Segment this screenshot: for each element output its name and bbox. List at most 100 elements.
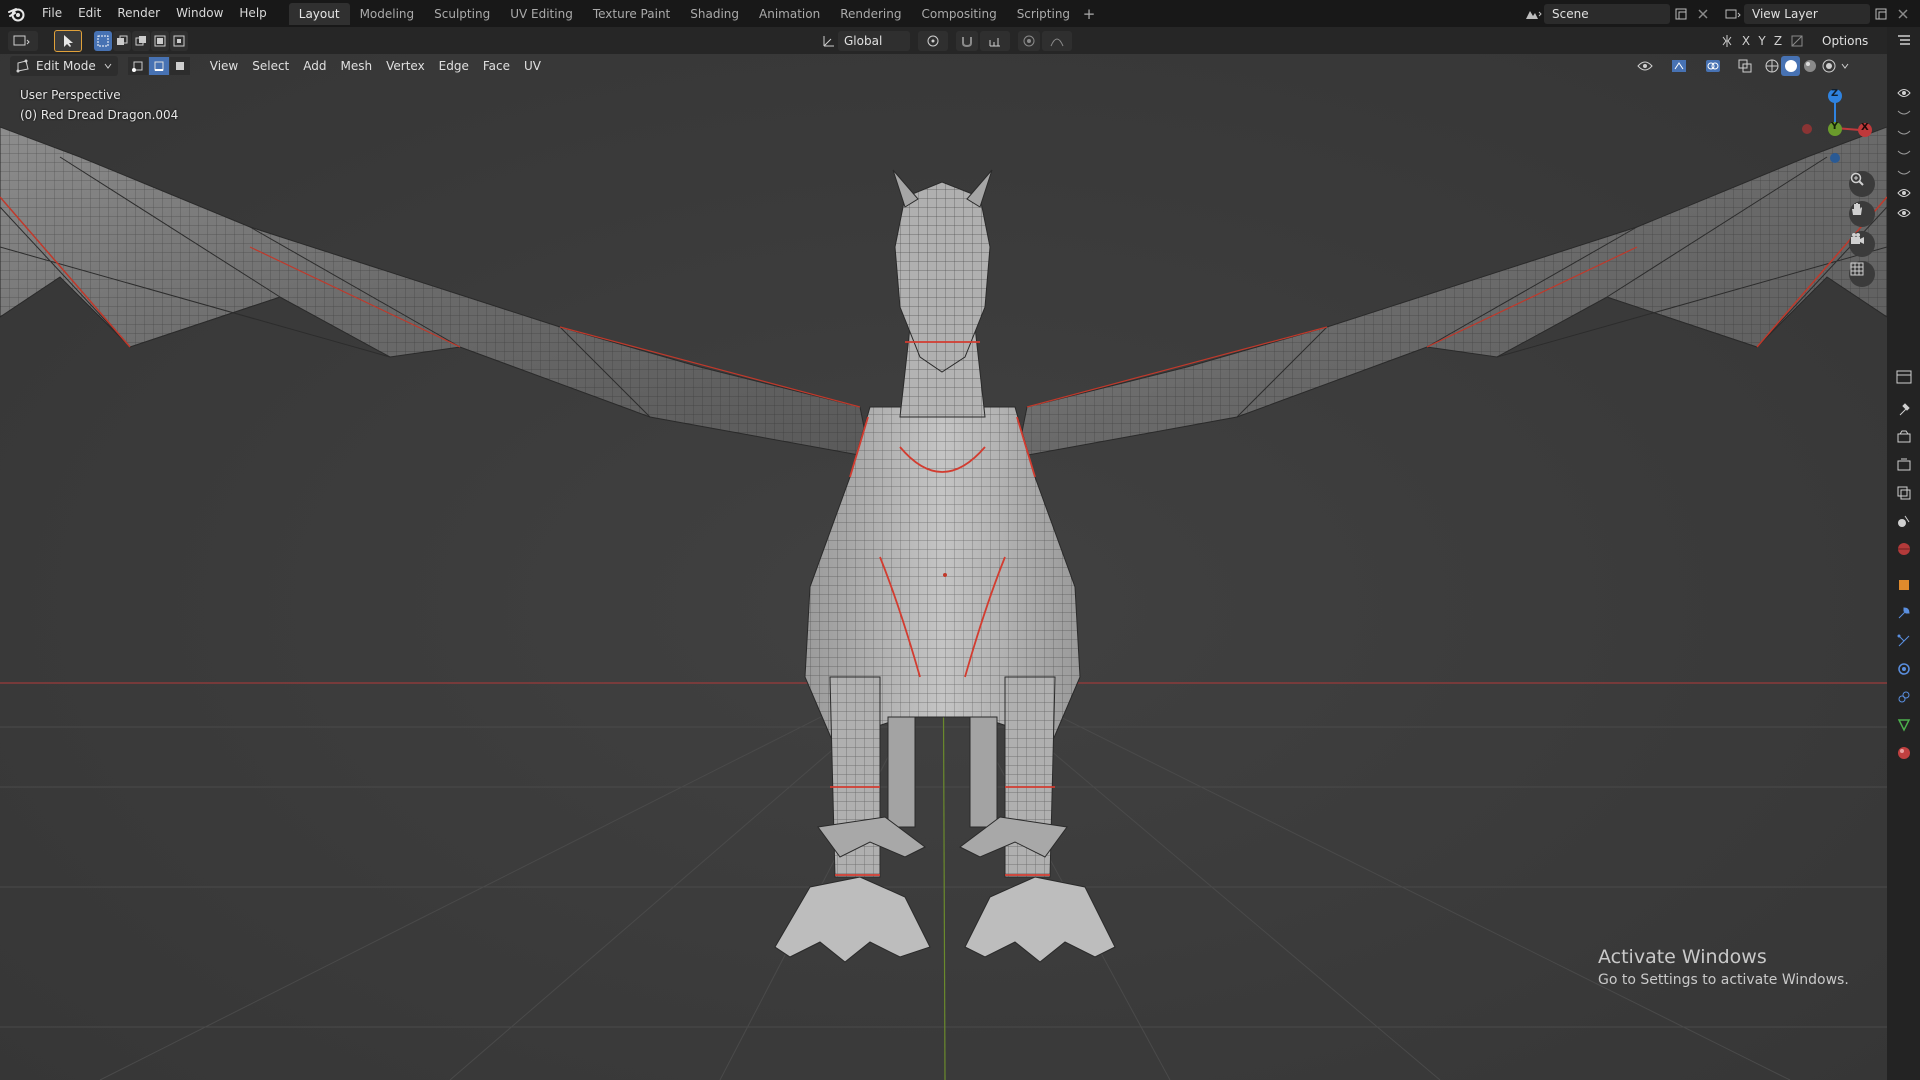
view-layer-name-field[interactable]: View Layer bbox=[1744, 3, 1870, 24]
pan-hand-icon[interactable] bbox=[1849, 201, 1875, 227]
overlays-icon[interactable] bbox=[1698, 56, 1728, 76]
world-properties-icon[interactable] bbox=[1894, 539, 1914, 559]
tab-animation[interactable]: Animation bbox=[749, 3, 830, 25]
eye-closed-icon-3[interactable] bbox=[1894, 143, 1914, 163]
tab-uv-editing[interactable]: UV Editing bbox=[500, 3, 583, 25]
snap-target-icon[interactable] bbox=[980, 30, 1010, 51]
select-tool-icon[interactable] bbox=[54, 29, 82, 52]
mirror-x-toggle[interactable]: X bbox=[1738, 31, 1754, 51]
tab-compositing[interactable]: Compositing bbox=[911, 3, 1006, 25]
scene-name-field[interactable]: Scene bbox=[1544, 3, 1670, 24]
select-intersect-icon[interactable] bbox=[170, 30, 188, 51]
options-dropdown[interactable]: Options bbox=[1816, 31, 1880, 51]
mode-dropdown[interactable]: Edit Mode bbox=[10, 56, 118, 76]
menu-edit[interactable]: Edit bbox=[70, 0, 109, 27]
menu-window[interactable]: Window bbox=[168, 0, 231, 27]
eye-closed-icon-2[interactable] bbox=[1894, 123, 1914, 143]
tab-rendering[interactable]: Rendering bbox=[830, 3, 911, 25]
snap-toggle-icon[interactable] bbox=[956, 30, 978, 51]
transform-orientation-group: Global bbox=[818, 30, 1072, 51]
topology-mirror-icon[interactable] bbox=[1786, 31, 1808, 51]
select-new-icon[interactable] bbox=[94, 30, 112, 51]
selection-mode-group bbox=[94, 30, 188, 51]
perspective-label: User Perspective bbox=[20, 88, 121, 102]
blender-logo-icon[interactable] bbox=[0, 6, 34, 22]
menu-mesh[interactable]: Mesh bbox=[334, 56, 380, 76]
vertex-select-icon[interactable] bbox=[127, 57, 148, 75]
new-view-layer-icon[interactable] bbox=[1870, 4, 1892, 24]
menu-vertex[interactable]: Vertex bbox=[379, 56, 432, 76]
menu-render[interactable]: Render bbox=[109, 0, 168, 27]
tab-scripting[interactable]: Scripting bbox=[1007, 3, 1080, 25]
view-layer-browse-icon[interactable] bbox=[1722, 4, 1744, 24]
menu-edge[interactable]: Edge bbox=[432, 56, 476, 76]
object-properties-icon[interactable] bbox=[1894, 575, 1914, 595]
gizmo-neg-x[interactable] bbox=[1802, 124, 1812, 134]
menu-add[interactable]: Add bbox=[296, 56, 333, 76]
tab-texture-paint[interactable]: Texture Paint bbox=[583, 3, 680, 25]
delete-view-layer-icon[interactable] bbox=[1892, 4, 1914, 24]
gizmo-neg-z[interactable] bbox=[1830, 153, 1840, 163]
camera-view-icon[interactable] bbox=[1849, 231, 1875, 257]
delete-scene-icon[interactable] bbox=[1692, 4, 1714, 24]
solid-shading-icon[interactable] bbox=[1781, 56, 1800, 76]
select-invert-icon[interactable] bbox=[151, 30, 169, 51]
rendered-shading-icon[interactable] bbox=[1819, 56, 1838, 76]
mode-label: Edit Mode bbox=[36, 59, 96, 73]
eye-visibility-icon-3[interactable] bbox=[1894, 203, 1914, 223]
add-workspace-button[interactable]: + bbox=[1080, 5, 1098, 23]
eye-closed-icon-1[interactable] bbox=[1894, 103, 1914, 123]
eye-closed-icon-4[interactable] bbox=[1894, 163, 1914, 183]
transform-orientation-dropdown[interactable]: Global bbox=[838, 30, 910, 51]
output-properties-icon[interactable] bbox=[1894, 455, 1914, 475]
material-properties-icon[interactable] bbox=[1894, 743, 1914, 763]
pivot-point-icon[interactable] bbox=[918, 30, 948, 51]
wireframe-shading-icon[interactable] bbox=[1762, 56, 1781, 76]
particle-properties-icon[interactable] bbox=[1894, 631, 1914, 651]
xray-icon[interactable] bbox=[1734, 56, 1756, 76]
proportional-edit-icon[interactable] bbox=[1018, 30, 1040, 51]
view-layer-properties-icon[interactable] bbox=[1894, 483, 1914, 503]
menu-help[interactable]: Help bbox=[231, 0, 274, 27]
material-preview-icon[interactable] bbox=[1800, 56, 1819, 76]
select-subtract-icon[interactable] bbox=[132, 30, 150, 51]
ortho-grid-icon[interactable] bbox=[1849, 261, 1875, 287]
mirror-z-toggle[interactable]: Z bbox=[1770, 31, 1786, 51]
zoom-icon[interactable] bbox=[1849, 171, 1875, 197]
outliner-editor-icon[interactable] bbox=[1894, 31, 1914, 51]
eye-visibility-icon-1[interactable] bbox=[1894, 83, 1914, 103]
navigation-gizmo[interactable]: Z Y X bbox=[1790, 82, 1885, 167]
edge-select-icon[interactable] bbox=[148, 57, 169, 75]
3d-viewport[interactable]: User Perspective (0) Red Dread Dragon.00… bbox=[0, 27, 1887, 1080]
tool-properties-icon[interactable] bbox=[1894, 399, 1914, 419]
menu-view[interactable]: View bbox=[203, 56, 245, 76]
data-properties-icon[interactable] bbox=[1894, 715, 1914, 735]
face-select-icon[interactable] bbox=[169, 57, 190, 75]
constraint-properties-icon[interactable] bbox=[1894, 687, 1914, 707]
scene-browse-icon[interactable] bbox=[1522, 4, 1544, 24]
tab-modeling[interactable]: Modeling bbox=[350, 3, 425, 25]
shading-options-chevron-icon[interactable] bbox=[1838, 56, 1852, 76]
scene-properties-icon[interactable] bbox=[1894, 511, 1914, 531]
render-properties-icon[interactable] bbox=[1894, 427, 1914, 447]
tab-sculpting[interactable]: Sculpting bbox=[424, 3, 500, 25]
menu-file[interactable]: File bbox=[34, 0, 70, 27]
proportional-falloff-icon[interactable] bbox=[1042, 30, 1072, 51]
menu-uv[interactable]: UV bbox=[517, 56, 548, 76]
tab-shading[interactable]: Shading bbox=[680, 3, 749, 25]
gizmo-toggle-icon[interactable] bbox=[1664, 56, 1694, 76]
mirror-icon[interactable] bbox=[1716, 31, 1738, 51]
physics-properties-icon[interactable] bbox=[1894, 659, 1914, 679]
editor-type-icon[interactable] bbox=[8, 30, 38, 51]
menu-face[interactable]: Face bbox=[476, 56, 517, 76]
select-extend-icon[interactable] bbox=[113, 30, 131, 51]
modifier-properties-icon[interactable] bbox=[1894, 603, 1914, 623]
tab-layout[interactable]: Layout bbox=[288, 2, 350, 25]
menu-select[interactable]: Select bbox=[245, 56, 296, 76]
mirror-y-toggle[interactable]: Y bbox=[1754, 31, 1770, 51]
visibility-icon[interactable] bbox=[1630, 56, 1660, 76]
eye-visibility-icon-2[interactable] bbox=[1894, 183, 1914, 203]
viewport-header: Edit Mode View Select Add Mesh Vertex Ed… bbox=[0, 54, 1887, 78]
new-scene-icon[interactable] bbox=[1670, 4, 1692, 24]
properties-editor-icon[interactable] bbox=[1894, 367, 1914, 387]
